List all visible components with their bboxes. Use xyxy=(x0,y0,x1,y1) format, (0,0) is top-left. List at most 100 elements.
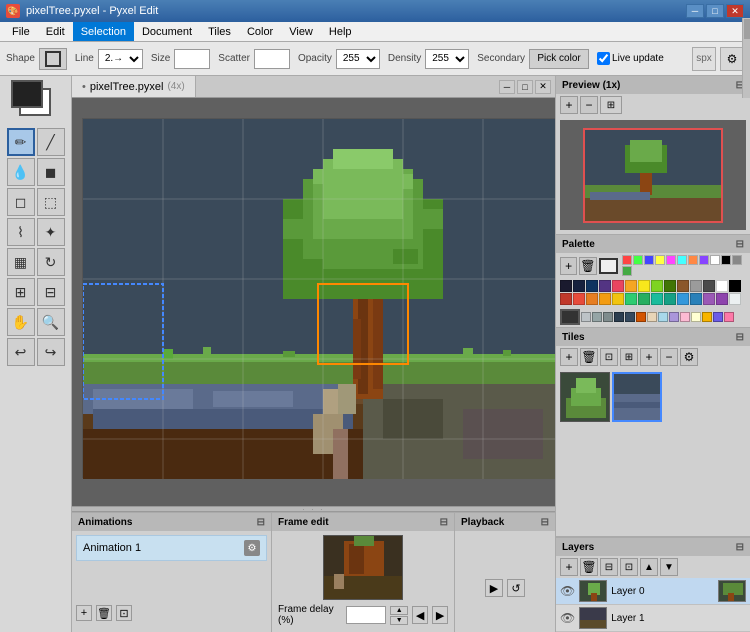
tile-settings-button[interactable]: ⚙ xyxy=(680,348,698,366)
palette-color-12[interactable] xyxy=(716,280,728,292)
fill-tool[interactable]: ◼ xyxy=(37,158,65,186)
palette-color-2-2[interactable] xyxy=(603,312,613,322)
selected-color-display[interactable] xyxy=(599,258,618,274)
palette-color-2-7[interactable] xyxy=(658,312,668,322)
tile-zoom-in-button[interactable]: + xyxy=(640,348,658,366)
hand-tool[interactable]: ✋ xyxy=(7,308,35,336)
tile-select-tool[interactable]: ⊞ xyxy=(7,278,35,306)
menu-view[interactable]: View xyxy=(281,22,321,41)
layers-collapse-icon[interactable]: ⊟ xyxy=(736,542,744,553)
canvas-viewport[interactable] xyxy=(72,98,555,506)
palette-color-2-8[interactable] xyxy=(669,312,679,322)
settings-button[interactable]: ⚙ xyxy=(720,47,744,71)
density-select[interactable]: 255 xyxy=(425,49,469,69)
line-tool[interactable]: ╱ xyxy=(37,128,65,156)
palette-color-9[interactable] xyxy=(677,280,689,292)
frame-delay-input[interactable]: 100 xyxy=(346,606,386,624)
move-layer-down-button[interactable]: ▼ xyxy=(660,558,678,576)
tile-fill-tool[interactable]: ⊟ xyxy=(37,278,65,306)
palette-color-23[interactable] xyxy=(677,293,689,305)
maximize-button[interactable]: □ xyxy=(706,4,724,18)
palette-color-15[interactable] xyxy=(573,293,585,305)
palette-color-2-5[interactable] xyxy=(636,312,646,322)
palette-color-1[interactable] xyxy=(573,280,585,292)
pencil-tool[interactable]: ✏ xyxy=(7,128,35,156)
palette-color-5[interactable] xyxy=(625,280,637,292)
palette-color-2-9[interactable] xyxy=(680,312,690,322)
foreground-color-swatch[interactable] xyxy=(11,80,43,108)
copy-tile-button[interactable]: ⊡ xyxy=(600,348,618,366)
color-picker-button[interactable]: Pick color xyxy=(529,49,589,69)
palette-color-2[interactable] xyxy=(586,280,598,292)
merge-layers-button[interactable]: ⊟ xyxy=(600,558,618,576)
quick-color-5[interactable] xyxy=(666,255,676,265)
layer-0-visibility[interactable]: 👁 xyxy=(560,584,575,598)
move-layer-up-button[interactable]: ▲ xyxy=(640,558,658,576)
palette-color-2-0[interactable] xyxy=(581,312,591,322)
quick-color-1[interactable] xyxy=(622,255,632,265)
palette-color-8[interactable] xyxy=(664,280,676,292)
wand-tool[interactable]: ✦ xyxy=(37,218,65,246)
redo-tool[interactable]: ↪ xyxy=(37,338,65,366)
palette-color-24[interactable] xyxy=(690,293,702,305)
palette-color-2-1[interactable] xyxy=(592,312,602,322)
undo-tool[interactable]: ↩ xyxy=(7,338,35,366)
shape-selector[interactable] xyxy=(39,48,67,70)
palette-color-2-4[interactable] xyxy=(625,312,635,322)
live-update-checkbox[interactable] xyxy=(597,52,610,65)
palette-color-16[interactable] xyxy=(586,293,598,305)
pixel-canvas[interactable] xyxy=(82,118,555,478)
delete-tile-button[interactable]: 🗑 xyxy=(580,348,598,366)
selection-tool[interactable]: ⬚ xyxy=(37,188,65,216)
paste-tile-button[interactable]: ⊞ xyxy=(620,348,638,366)
add-layer-button[interactable]: + xyxy=(560,558,578,576)
canvas-close-btn[interactable]: ✕ xyxy=(535,80,551,94)
canvas-tab[interactable]: • pixelTree.pyxel (4x) xyxy=(72,76,196,97)
frame-edit-header-icon[interactable]: ⊟ xyxy=(440,517,448,528)
duplicate-layer-button[interactable]: ⊡ xyxy=(620,558,638,576)
palette-color-2-12[interactable] xyxy=(713,312,723,322)
add-tile-button[interactable]: + xyxy=(560,348,578,366)
palette-color-2-10[interactable] xyxy=(691,312,701,322)
palette-color-25[interactable] xyxy=(703,293,715,305)
palette-color-20[interactable] xyxy=(638,293,650,305)
menu-help[interactable]: Help xyxy=(321,22,360,41)
palette-color-18[interactable] xyxy=(612,293,624,305)
zoom-tool[interactable]: 🔍 xyxy=(37,308,65,336)
palette-color-17[interactable] xyxy=(599,293,611,305)
menu-color[interactable]: Color xyxy=(239,22,281,41)
palette-collapse-icon[interactable]: ⊟ xyxy=(736,239,744,250)
add-color-button[interactable]: + xyxy=(560,257,577,275)
palette-color-2-13[interactable] xyxy=(724,312,734,322)
preview-zoom-out-button[interactable]: − xyxy=(580,96,598,114)
playback-header-icon[interactable]: ⊟ xyxy=(541,517,549,528)
animation-item[interactable]: Animation 1 ⚙ xyxy=(76,535,267,561)
canvas-min-btn[interactable]: ─ xyxy=(499,80,515,94)
preview-fit-button[interactable]: ⊞ xyxy=(600,96,622,114)
quick-color-7[interactable] xyxy=(688,255,698,265)
palette-color-2-6[interactable] xyxy=(647,312,657,322)
quick-color-4[interactable] xyxy=(655,255,665,265)
tile-item-2[interactable] xyxy=(612,372,662,422)
palette-color-27[interactable] xyxy=(729,293,741,305)
palette-color-3[interactable] xyxy=(599,280,611,292)
quick-color-10[interactable] xyxy=(721,255,731,265)
delete-color-button[interactable]: 🗑 xyxy=(579,257,596,275)
quick-color-3[interactable] xyxy=(644,255,654,265)
menu-selection[interactable]: Selection xyxy=(73,22,134,41)
palette-color-19[interactable] xyxy=(625,293,637,305)
delete-layer-button[interactable]: 🗑 xyxy=(580,558,598,576)
delete-animation-button[interactable]: 🗑 xyxy=(96,605,112,621)
layer-1-visibility[interactable]: 👁 xyxy=(560,611,575,625)
quick-color-2[interactable] xyxy=(633,255,643,265)
palette-color-14[interactable] xyxy=(560,293,572,305)
tile-zoom-out-button[interactable]: − xyxy=(660,348,678,366)
rotate-tool[interactable]: ↻ xyxy=(37,248,65,276)
prev-frame-button[interactable]: ◀ xyxy=(412,606,428,624)
animation-gear-button[interactable]: ⚙ xyxy=(244,540,260,556)
preview-zoom-in-button[interactable]: + xyxy=(560,96,578,114)
close-button[interactable]: ✕ xyxy=(726,4,744,18)
palette-color-26[interactable] xyxy=(716,293,728,305)
palette-color-13[interactable] xyxy=(729,280,741,292)
animations-header-icon[interactable]: ⊟ xyxy=(257,517,265,528)
